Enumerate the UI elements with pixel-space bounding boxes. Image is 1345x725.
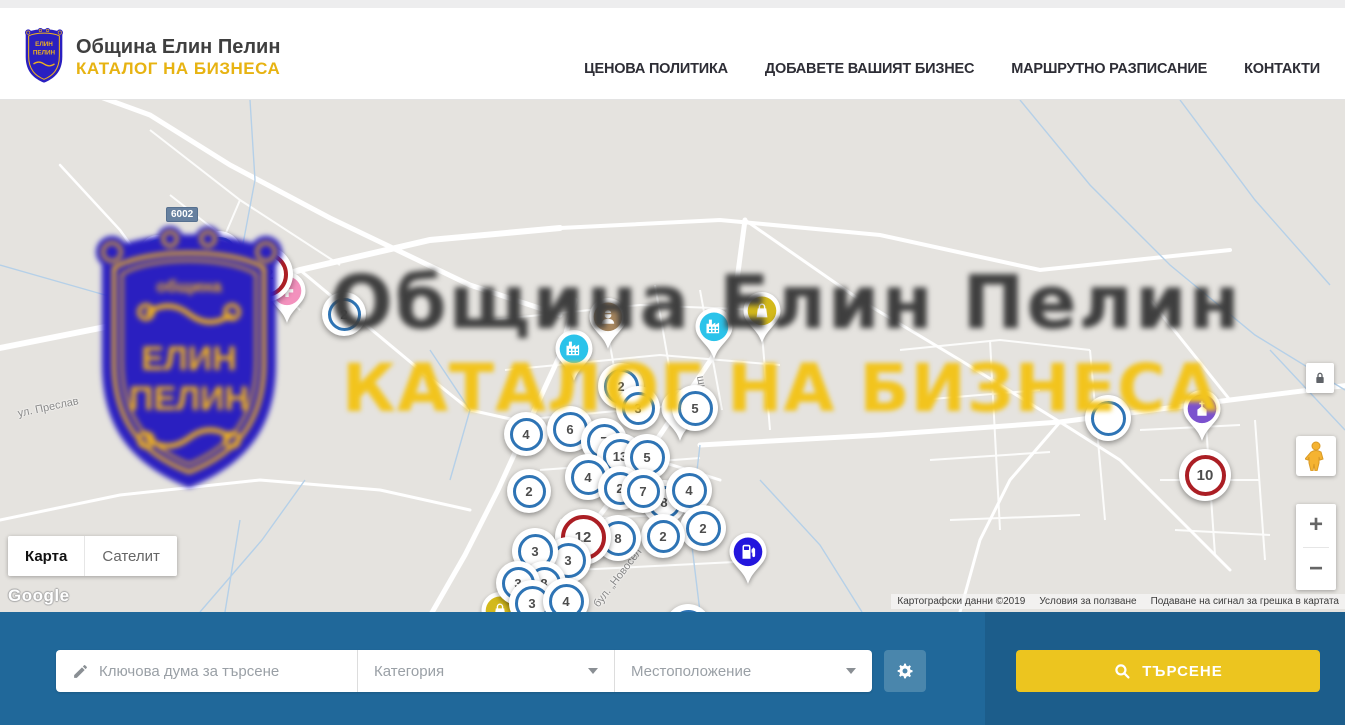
top-strip (0, 0, 1345, 8)
attribution-data: Картографски данни ©2019 (897, 596, 1025, 607)
map-cluster[interactable]: 2 (322, 292, 366, 336)
chevron-down-icon (588, 668, 598, 674)
map-cluster[interactable]: 5 (672, 385, 718, 431)
main-nav: ЦЕНОВА ПОЛИТИКА ДОБАВЕТЕ ВАШИЯТ БИЗНЕС МАР… (584, 61, 1320, 77)
attribution-terms-link[interactable]: Условия за ползване (1039, 596, 1136, 607)
map-cluster[interactable] (1085, 395, 1131, 441)
zoom-out-button[interactable]: − (1296, 548, 1336, 591)
pegman-icon (1305, 441, 1327, 471)
map-cluster[interactable]: 2 (507, 469, 551, 513)
road-number-label: 6002 (166, 207, 198, 222)
map-cluster[interactable]: 2 (168, 259, 212, 303)
map-cluster[interactable]: 10 (1179, 449, 1231, 501)
gear-icon (894, 660, 916, 682)
pencil-icon (72, 663, 89, 680)
map-type-satellite-button[interactable]: Сателит (84, 536, 177, 576)
nav-item-3[interactable]: КОНТАКТИ (1244, 61, 1320, 77)
crest-text-2: ПЕЛИН (33, 49, 56, 56)
lock-icon (1312, 370, 1328, 386)
map-canvas[interactable]: 1056002шибул. „Новоселул. Преслав (0, 100, 1345, 612)
map-cluster[interactable]: 2 (680, 505, 726, 551)
search-input-group: Категория Местоположение (56, 650, 872, 692)
street-view-pegman-button[interactable] (1296, 436, 1336, 476)
location-select-value: Местоположение (631, 663, 751, 680)
map-cluster[interactable]: 12 (237, 246, 293, 302)
location-select[interactable]: Местоположение (615, 650, 872, 692)
map-type-control: Карта Сателит (8, 536, 177, 576)
site-logo[interactable]: ЕЛИН ПЕЛИН Община Елин Пелин КАТАЛОГ НА … (20, 25, 280, 90)
nav-item-1[interactable]: ДОБАВЕТЕ ВАШИЯТ БИЗНЕС (765, 61, 974, 77)
map-pin-factory[interactable] (694, 307, 734, 361)
lock-button[interactable] (1306, 363, 1334, 393)
map-cluster[interactable]: 7 (621, 469, 665, 513)
map-attribution: Картографски данни ©2019 Условия за полз… (891, 594, 1345, 609)
category-select-value: Категория (374, 663, 444, 680)
keyword-search-input[interactable] (99, 663, 341, 680)
zoom-in-button[interactable]: + (1296, 504, 1336, 547)
map-pin-church[interactable] (1182, 389, 1222, 443)
category-select[interactable]: Категория (358, 650, 615, 692)
search-icon (1113, 662, 1132, 681)
map-pin-bag[interactable] (742, 291, 782, 345)
map-pin-fuel[interactable] (728, 532, 768, 586)
nav-item-0[interactable]: ЦЕНОВА ПОЛИТИКА (584, 61, 728, 77)
page: ЕЛИН ПЕЛИН Община Елин Пелин КАТАЛОГ НА … (0, 0, 1345, 725)
map-type-map-button[interactable]: Карта (8, 536, 84, 576)
search-button-label: ТЪРСЕНЕ (1142, 663, 1223, 680)
zoom-control: + − (1296, 504, 1336, 590)
header: ЕЛИН ПЕЛИН Община Елин Пелин КАТАЛОГ НА … (0, 8, 1345, 100)
keyword-section (56, 650, 358, 692)
advanced-search-button[interactable] (884, 650, 926, 692)
map-pin-worker[interactable] (588, 297, 628, 351)
attribution-report-link[interactable]: Подаване на сигнал за грешка в картата (1151, 596, 1339, 607)
map-cluster[interactable]: 2 (641, 514, 685, 558)
map-cluster[interactable] (186, 297, 230, 341)
site-title: Община Елин Пелин (76, 36, 280, 59)
search-bar: Категория Местоположение ТЪРСЕНЕ (0, 612, 1345, 725)
nav-item-2[interactable]: МАРШРУТНО РАЗПИСАНИЕ (1011, 61, 1207, 77)
crest-text-1: ЕЛИН (35, 41, 53, 48)
google-logo[interactable]: Google (8, 586, 70, 606)
search-button[interactable]: ТЪРСЕНЕ (1016, 650, 1320, 692)
municipality-crest-icon: ЕЛИН ПЕЛИН (20, 25, 68, 90)
chevron-down-icon (846, 668, 856, 674)
site-subtitle: КАТАЛОГ НА БИЗНЕСА (76, 59, 280, 79)
map-cluster[interactable]: 4 (504, 412, 548, 456)
map-cluster[interactable]: 3 (616, 386, 660, 430)
